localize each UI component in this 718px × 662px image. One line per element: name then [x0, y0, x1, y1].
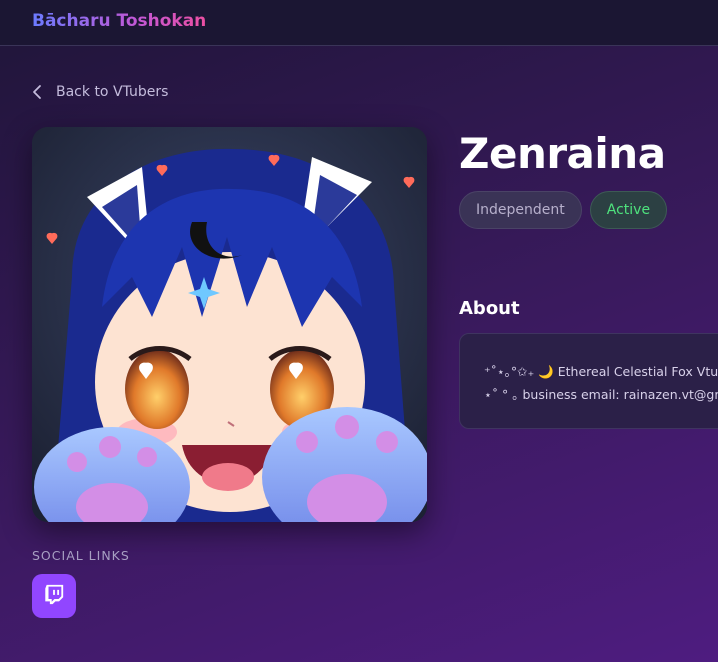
status-badges: Independent Active — [459, 191, 668, 229]
about-line: ⁺˚⋆｡°✩₊ 🌙 Ethereal Celestial Fox Vtuber — [484, 364, 718, 379]
chevron-left-icon — [32, 84, 42, 100]
vtuber-avatar-image — [32, 127, 427, 522]
about-line: ⋆˚ ° ｡ business email: rainazen.vt@gmail… — [484, 387, 718, 402]
status-badge: Active — [589, 191, 668, 229]
affiliation-badge: Independent — [459, 191, 582, 229]
about-description-box: ⁺˚⋆｡°✩₊ 🌙 Ethereal Celestial Fox Vtuber … — [459, 333, 718, 429]
twitch-icon — [43, 583, 65, 609]
social-links-heading: SOCIAL LINKS — [32, 548, 130, 563]
top-bar: Bācharu Toshokan — [0, 0, 718, 46]
back-to-vtubers-link[interactable]: Back to VTubers — [32, 82, 168, 102]
twitch-link-button[interactable] — [32, 574, 76, 618]
back-link-label: Back to VTubers — [56, 84, 169, 100]
vtuber-name-heading: Zenraina — [459, 129, 666, 178]
about-heading: About — [459, 298, 520, 319]
brand-logo-text[interactable]: Bācharu Toshokan — [32, 11, 206, 31]
